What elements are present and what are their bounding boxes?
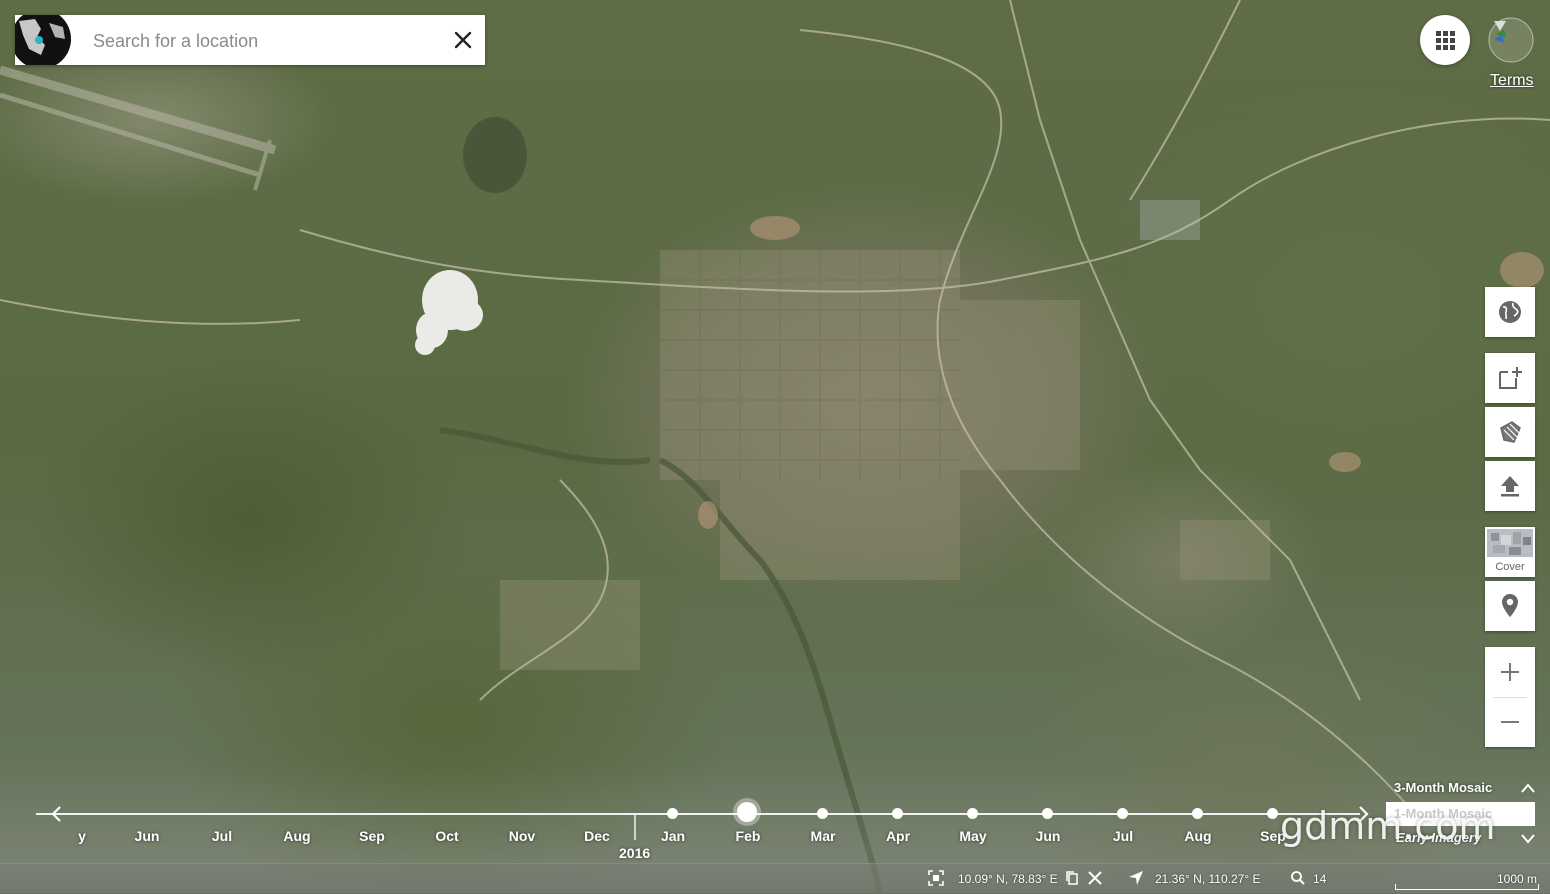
- location-pin-button[interactable]: [1485, 581, 1535, 631]
- timeline-month[interactable]: Jan: [648, 828, 698, 844]
- apps-button[interactable]: [1420, 15, 1470, 65]
- timeline-month[interactable]: Mar: [798, 828, 848, 844]
- cover-label: Cover: [1495, 561, 1525, 573]
- polygon-icon: [1500, 421, 1521, 443]
- upload-button[interactable]: [1485, 461, 1535, 511]
- magnifier-icon: [1290, 870, 1306, 886]
- scale-bar: [1395, 884, 1539, 890]
- navigation-arrow-icon[interactable]: [1128, 870, 1144, 886]
- add-layer-button[interactable]: [1485, 353, 1535, 403]
- mosaic-up-button[interactable]: [1520, 781, 1536, 799]
- timeline-month[interactable]: Aug: [1173, 828, 1223, 844]
- timeline-month[interactable]: Jul: [197, 828, 247, 844]
- mosaic-down-button[interactable]: [1520, 831, 1536, 849]
- zoom-level: 14: [1313, 872, 1327, 886]
- timeline-month-selected[interactable]: Feb: [723, 828, 773, 844]
- copy-icon[interactable]: [1064, 870, 1080, 886]
- center-coordinates: 21.36° N, 110.27° E: [1155, 872, 1261, 886]
- minus-icon: [1501, 721, 1519, 723]
- timeline-dot[interactable]: [1192, 808, 1203, 819]
- user-avatar-icon[interactable]: [1488, 17, 1534, 63]
- timeline-dot[interactable]: [1267, 808, 1278, 819]
- area-bounds-icon[interactable]: [928, 870, 944, 886]
- timeline-dot[interactable]: [967, 808, 978, 819]
- cover-button[interactable]: Cover: [1485, 527, 1535, 577]
- timeline-month[interactable]: Jul: [1098, 828, 1148, 844]
- close-icon[interactable]: [451, 28, 475, 52]
- timeline-dot[interactable]: [892, 808, 903, 819]
- mosaic-option-3-month[interactable]: 3-Month Mosaic: [1394, 780, 1492, 795]
- plus-icon: [1501, 663, 1519, 681]
- timeline-dot[interactable]: [817, 808, 828, 819]
- timeline-dot[interactable]: [1042, 808, 1053, 819]
- timeline-month[interactable]: Jun: [122, 828, 172, 844]
- timeline-year-label: 2016: [619, 845, 651, 861]
- zoom-in-button[interactable]: [1485, 647, 1535, 697]
- zoom-out-button[interactable]: [1485, 697, 1535, 747]
- chevron-down-icon: [1521, 834, 1535, 844]
- watermark: gdmm.com: [1280, 804, 1496, 848]
- globe-icon: [1499, 301, 1521, 323]
- cover-thumbnail-icon: [1487, 529, 1533, 557]
- timeline-month[interactable]: Dec: [572, 828, 622, 844]
- draw-shape-button[interactable]: [1485, 407, 1535, 457]
- timeline-month[interactable]: Apr: [873, 828, 923, 844]
- timeline-month[interactable]: y: [57, 828, 107, 844]
- map-features: [0, 0, 1550, 893]
- satellite-map[interactable]: [0, 0, 1550, 893]
- timeline-month[interactable]: Sep: [347, 828, 397, 844]
- chevron-up-icon: [1521, 783, 1535, 793]
- status-bar: 10.09° N, 78.83° E 21.36° N, 110.27° E 1…: [0, 863, 1550, 894]
- zoom-control: [1485, 647, 1535, 747]
- chevron-left-icon: [51, 806, 61, 822]
- timeline-dot[interactable]: [667, 808, 678, 819]
- timeline-month[interactable]: Aug: [272, 828, 322, 844]
- globe-button[interactable]: [1485, 287, 1535, 337]
- close-icon[interactable]: [1087, 870, 1103, 886]
- apps-grid-icon: [1436, 31, 1455, 50]
- timeline-month[interactable]: May: [948, 828, 998, 844]
- search-box[interactable]: [15, 15, 485, 65]
- timeline-selected-dot[interactable]: [737, 802, 757, 822]
- timeline-month[interactable]: Oct: [422, 828, 472, 844]
- timeline-prev-button[interactable]: [50, 805, 64, 828]
- upload-icon: [1501, 476, 1519, 497]
- terms-link[interactable]: Terms: [1490, 72, 1534, 90]
- search-input[interactable]: [91, 28, 435, 54]
- timeline-month[interactable]: Jun: [1023, 828, 1073, 844]
- timeline-dot[interactable]: [1117, 808, 1128, 819]
- globe-thumbnail-icon[interactable]: [15, 15, 75, 65]
- location-pin-icon: [1502, 594, 1518, 617]
- cursor-coordinates: 10.09° N, 78.83° E: [958, 872, 1058, 886]
- add-square-icon: [1499, 367, 1522, 389]
- timeline-month[interactable]: Nov: [497, 828, 547, 844]
